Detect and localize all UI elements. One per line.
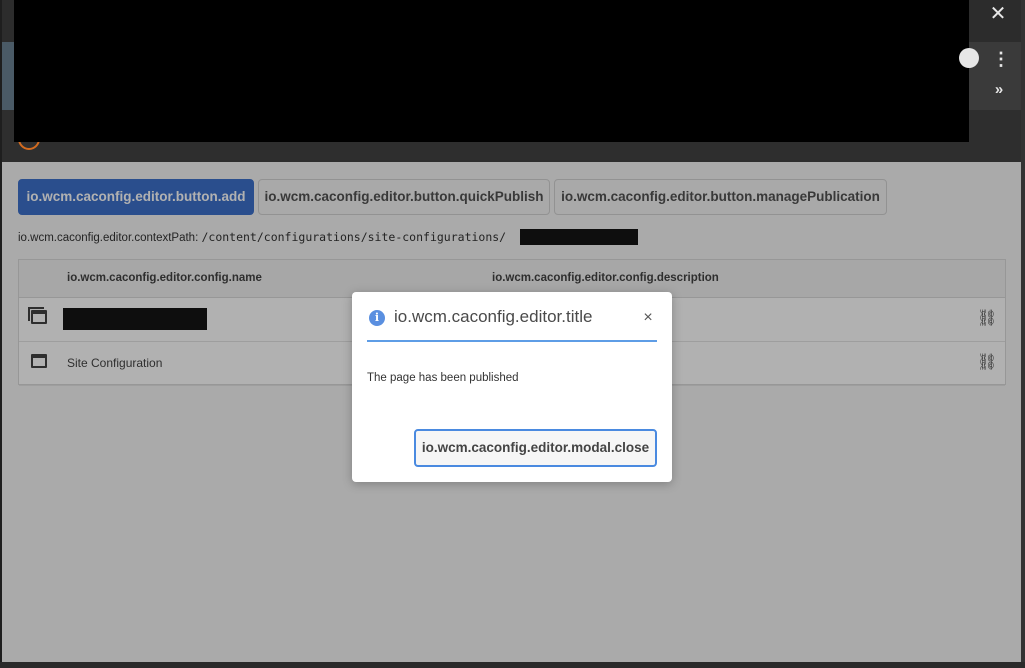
publish-dialog: i io.wcm.caconfig.editor.title × The pag… [352, 292, 672, 482]
avatar-icon[interactable] [959, 48, 979, 68]
dialog-close-button[interactable]: io.wcm.caconfig.editor.modal.close [414, 429, 657, 467]
chevrons-right-icon[interactable]: » [990, 80, 1008, 100]
more-menu-icon[interactable]: ⋮ [992, 48, 1010, 70]
dialog-close-icon[interactable]: × [637, 307, 659, 329]
window-bottom-border [0, 662, 1025, 668]
dialog-message: The page has been published [367, 372, 519, 384]
window-right-border [1021, 0, 1025, 668]
dialog-header: i io.wcm.caconfig.editor.title × [367, 304, 657, 342]
info-icon: i [369, 310, 385, 326]
browser-chrome-edge [2, 42, 14, 110]
dialog-title: io.wcm.caconfig.editor.title [394, 307, 593, 326]
window-close-icon[interactable]: ✕ [986, 2, 1010, 26]
redacted-region [14, 0, 969, 142]
